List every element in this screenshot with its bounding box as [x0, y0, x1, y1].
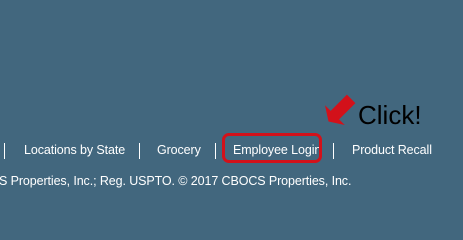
nav-link-locations-by-state[interactable]: Locations by State: [24, 143, 125, 157]
nav-separator: [333, 143, 334, 159]
nav-link-product-recall[interactable]: Product Recall: [352, 143, 432, 157]
click-callout-text: Click!: [358, 100, 422, 130]
nav-separator: [4, 143, 5, 159]
nav-link-grocery[interactable]: Grocery: [157, 143, 201, 157]
nav-separator: [139, 143, 140, 159]
employee-login-highlight: [222, 133, 322, 163]
copyright-text: S Properties, Inc.; Reg. USPTO. © 2017 C…: [0, 174, 352, 188]
nav-separator: [215, 143, 216, 159]
